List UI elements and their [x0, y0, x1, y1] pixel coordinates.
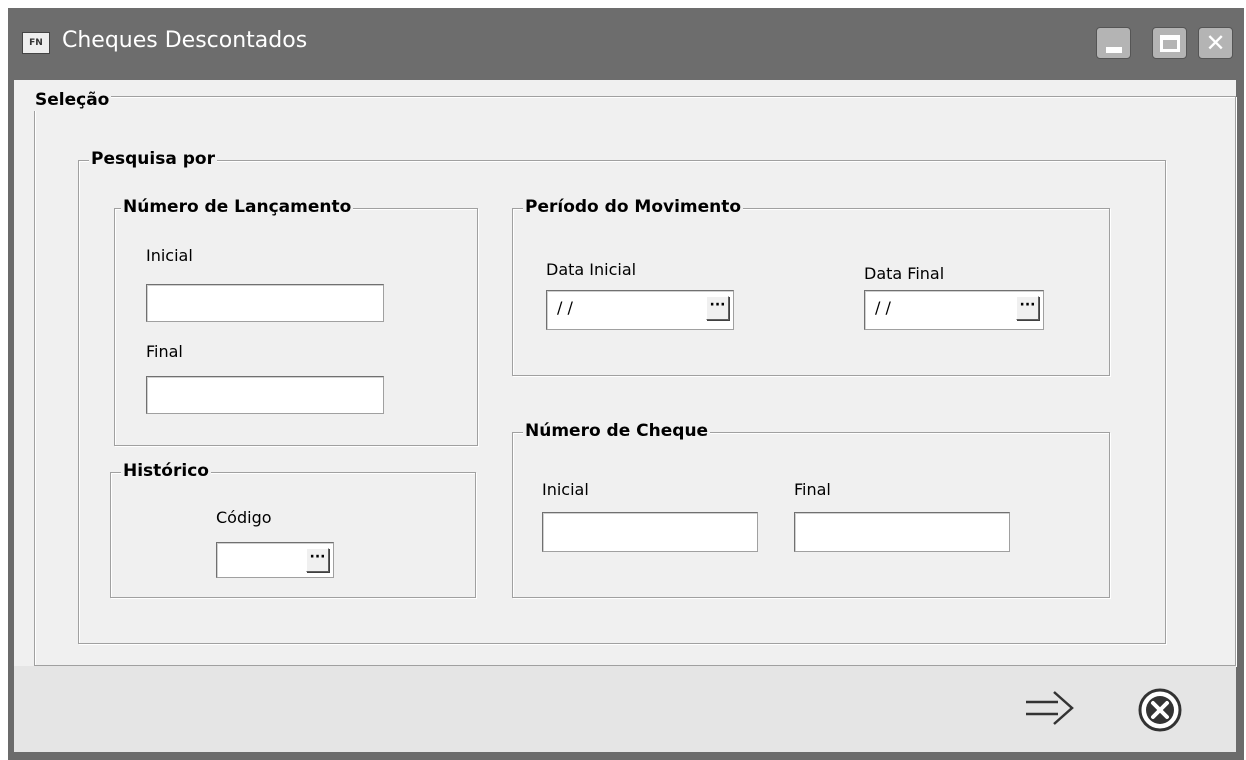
periodo-movimento-legend: Período do Movimento — [523, 196, 744, 218]
data-final-label: Data Final — [864, 264, 945, 283]
data-final-value: / / — [875, 298, 891, 317]
cancel-circle-x-icon — [1138, 688, 1182, 732]
pesquisa-por-legend: Pesquisa por — [89, 148, 217, 170]
arrow-right-icon — [1026, 691, 1074, 725]
numero-cheque-legend: Número de Cheque — [523, 420, 711, 442]
lancamento-final-input[interactable] — [146, 376, 384, 414]
confirm-button[interactable] — [1020, 686, 1080, 730]
close-button[interactable]: ✕ — [1198, 27, 1233, 59]
data-inicial-lookup-button[interactable]: ··· — [706, 296, 729, 320]
data-final-lookup-button[interactable]: ··· — [1016, 296, 1039, 320]
close-icon: ✕ — [1205, 29, 1226, 57]
historico-codigo-input[interactable]: ··· — [216, 542, 334, 578]
cheque-inicial-label: Inicial — [542, 480, 589, 499]
window-title: Cheques Descontados — [62, 28, 308, 53]
historico-lookup-button[interactable]: ··· — [306, 548, 329, 572]
lancamento-inicial-input[interactable] — [146, 284, 384, 322]
title-bar[interactable]: FN Cheques Descontados ✕ — [8, 8, 1244, 80]
cancel-button[interactable] — [1136, 686, 1184, 734]
maximize-icon — [1160, 35, 1180, 52]
historico-codigo-label: Código — [216, 508, 272, 527]
cheque-final-label: Final — [794, 480, 831, 499]
historico-legend: Histórico — [121, 460, 211, 482]
lancamento-final-label: Final — [146, 342, 183, 361]
lancamento-inicial-label: Inicial — [146, 246, 193, 265]
selecao-legend: Seleção — [33, 89, 112, 111]
minimize-icon — [1106, 47, 1122, 53]
data-inicial-value: / / — [557, 298, 573, 317]
data-final-input[interactable]: / / ··· — [864, 290, 1044, 330]
data-inicial-input[interactable]: / / ··· — [546, 290, 734, 330]
historico-group: Histórico — [110, 460, 476, 598]
numero-lancamento-legend: Número de Lançamento — [121, 196, 354, 218]
app-icon: FN — [22, 32, 50, 54]
cheque-inicial-input[interactable] — [542, 512, 758, 552]
data-inicial-label: Data Inicial — [546, 260, 637, 279]
maximize-button[interactable] — [1152, 27, 1187, 59]
cheque-final-input[interactable] — [794, 512, 1010, 552]
minimize-button[interactable] — [1096, 27, 1131, 59]
